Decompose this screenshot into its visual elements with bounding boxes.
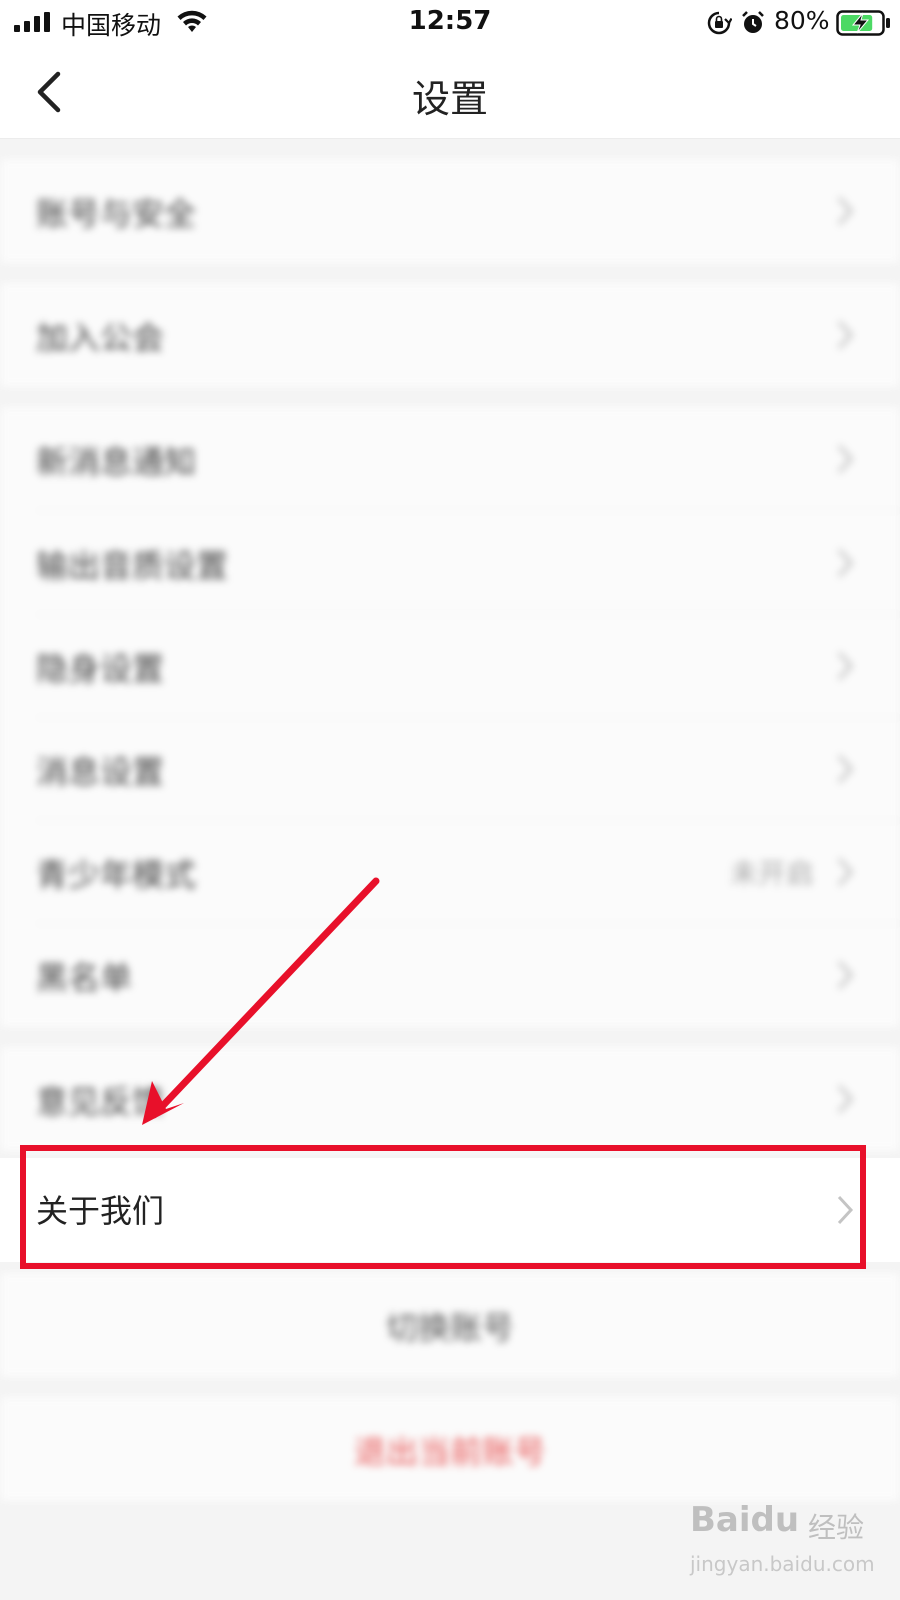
- watermark-url: jingyan.baidu.com: [690, 1552, 875, 1576]
- page-title: 设置: [411, 77, 488, 121]
- chevron-right-icon: [837, 651, 854, 681]
- settings-item-label: 隐身设置: [36, 650, 165, 688]
- settings-item-message-settings[interactable]: 消息设置: [0, 717, 900, 821]
- settings-item-label: 加入公会: [36, 319, 165, 357]
- chevron-right-icon: [837, 320, 854, 350]
- settings-item-label: 新消息通知: [36, 443, 197, 481]
- settings-item-account-security[interactable]: 账号与安全: [0, 159, 900, 263]
- watermark-service: 经验: [808, 1511, 865, 1544]
- watermark-brand: Baidu: [690, 1500, 800, 1540]
- settings-group-feedback: 意见反馈: [0, 1047, 900, 1151]
- settings-item-audio-quality[interactable]: 输出音质设置: [0, 511, 900, 615]
- chevron-right-icon: [837, 196, 854, 226]
- chevron-right-icon: [837, 548, 854, 578]
- settings-item-blacklist[interactable]: 黑名单: [0, 923, 900, 1027]
- chevron-right-icon: [837, 857, 854, 887]
- status-bar: 中国移动 12:57 80%: [0, 0, 900, 46]
- settings-item-feedback[interactable]: 意见反馈: [0, 1047, 900, 1151]
- settings-item-about-us[interactable]: 关于我们: [0, 1158, 900, 1262]
- switch-account-button[interactable]: 切换账号: [0, 1273, 900, 1377]
- logout-label: 退出当前账号: [353, 1433, 546, 1471]
- settings-item-teen-mode[interactable]: 青少年模式 未开启: [0, 820, 900, 924]
- about-us-label: 关于我们: [36, 1192, 165, 1230]
- alarm-icon: [742, 11, 764, 33]
- chevron-right-icon: [837, 754, 854, 784]
- settings-item-label: 账号与安全: [36, 195, 197, 233]
- chevron-right-icon: [837, 1195, 854, 1225]
- battery-percentage: 80%: [774, 6, 830, 35]
- orientation-lock-icon: [707, 11, 732, 35]
- settings-item-label: 青少年模式: [36, 856, 197, 894]
- chevron-right-icon: [837, 1084, 854, 1114]
- logout-button[interactable]: 退出当前账号: [0, 1397, 900, 1501]
- settings-item-label: 黑名单: [36, 959, 133, 997]
- settings-item-label: 输出音质设置: [36, 547, 229, 585]
- settings-item-new-message-notify[interactable]: 新消息通知: [0, 407, 900, 511]
- chevron-right-icon: [837, 960, 854, 990]
- settings-item-join-guild[interactable]: 加入公会: [0, 283, 900, 387]
- switch-account-label: 切换账号: [385, 1309, 514, 1347]
- settings-group-guild: 加入公会: [0, 283, 900, 387]
- settings-item-label: 意见反馈: [36, 1083, 165, 1121]
- battery-charging-icon: [836, 10, 890, 36]
- nav-bar: 设置: [0, 46, 900, 139]
- chevron-right-icon: [837, 444, 854, 474]
- settings-item-value: 未开启: [729, 857, 814, 890]
- settings-content: 账号与安全 加入公会 新消息通知 输出音质设置 隐身设置 消息设置 青少年模式 …: [0, 139, 900, 1600]
- settings-group-preferences: 新消息通知 输出音质设置 隐身设置 消息设置 青少年模式 未开启 黑名单: [0, 407, 900, 1027]
- settings-item-invisible[interactable]: 隐身设置: [0, 614, 900, 718]
- baidu-jingyan-watermark: Baidu 经验 jingyan.baidu.com: [690, 1500, 890, 1590]
- settings-item-label: 消息设置: [36, 753, 165, 791]
- settings-group-account: 账号与安全: [0, 159, 900, 263]
